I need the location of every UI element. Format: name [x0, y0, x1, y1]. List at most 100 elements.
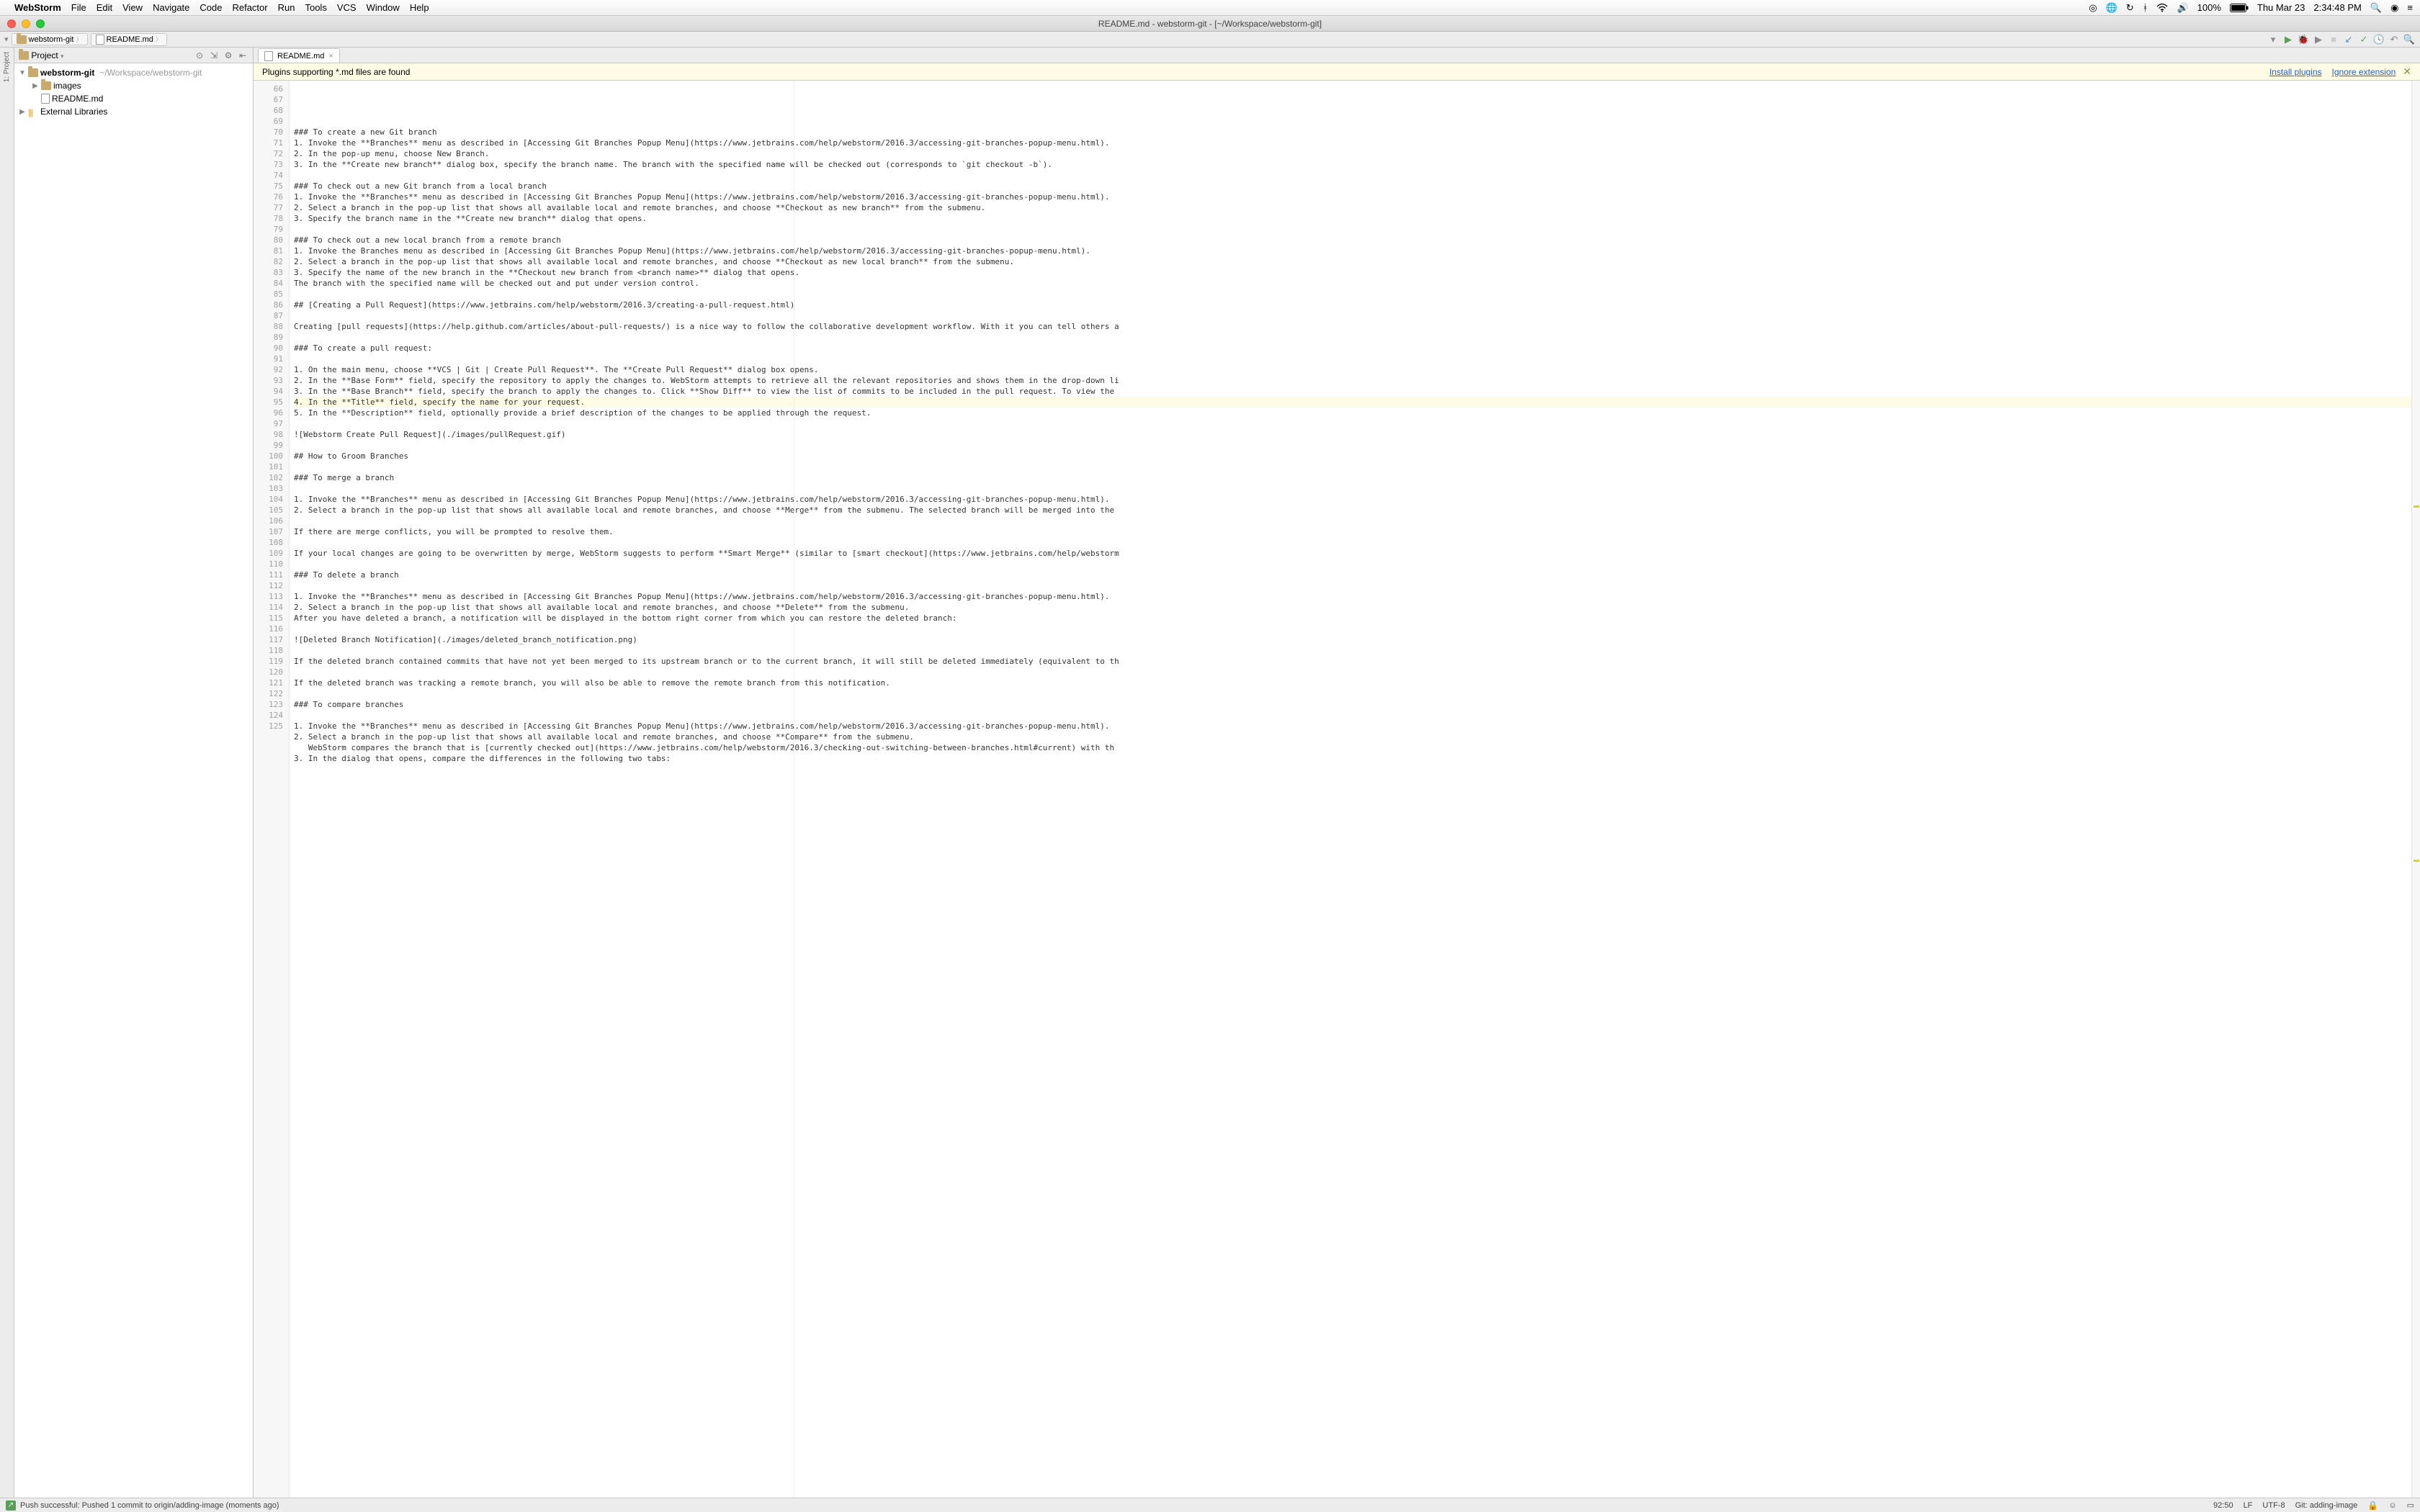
project-tool-button[interactable]: 1: Project [3, 52, 11, 82]
menu-vcs[interactable]: VCS [337, 2, 357, 13]
push-success-icon[interactable]: ↗ [6, 1500, 16, 1511]
folder-icon [17, 35, 27, 44]
navigation-bar: ▾ webstorm-git 〉 README.md 〉 ▾ ▶ 🐞 ▶ ■ ↙… [0, 32, 2420, 48]
wifi-icon[interactable] [2156, 4, 2168, 12]
menu-code[interactable]: Code [200, 2, 222, 13]
project-title: Project [31, 50, 58, 60]
stop-button[interactable]: ■ [2327, 33, 2340, 46]
collapse-all-icon[interactable]: ⇲ [208, 50, 220, 61]
breadcrumb: ▾ webstorm-git 〉 README.md 〉 [4, 33, 167, 46]
breadcrumb-label: webstorm-git [29, 35, 74, 44]
window-title: README.md - webstorm-git - [~/Workspace/… [1098, 19, 1322, 29]
status-bar: ↗ Push successful: Pushed 1 commit to or… [0, 1498, 2420, 1512]
window-zoom-button[interactable] [36, 19, 45, 28]
breadcrumb-project[interactable]: webstorm-git 〉 [12, 33, 88, 45]
coverage-button[interactable]: ▶ [2312, 33, 2325, 46]
tray-icon[interactable]: 🌐 [2106, 2, 2118, 14]
menu-run[interactable]: Run [278, 2, 295, 13]
install-plugins-link[interactable]: Install plugins [2269, 67, 2322, 77]
window-minimize-button[interactable] [22, 19, 30, 28]
tray-icon[interactable]: ↻ [2126, 2, 2134, 14]
run-button[interactable]: ▶ [2282, 33, 2295, 46]
caret-position[interactable]: 92:50 [2213, 1501, 2233, 1510]
vcs-commit-button[interactable]: ✓ [2357, 33, 2370, 46]
menu-navigate[interactable]: Navigate [153, 2, 189, 13]
external-libraries-node[interactable]: ▶ External Libraries [16, 105, 251, 118]
hide-tool-window-icon[interactable]: ⇤ [237, 50, 248, 61]
notification-center-icon[interactable]: ≡ [2407, 2, 2413, 13]
expand-toggle-icon[interactable]: ▶ [19, 108, 26, 116]
folder-icon [41, 81, 51, 90]
window-titlebar: README.md - webstorm-git - [~/Workspace/… [0, 16, 2420, 32]
tab-readme[interactable]: README.md × [258, 48, 340, 63]
folder-icon [28, 68, 38, 77]
menu-view[interactable]: View [122, 2, 143, 13]
settings-gear-icon[interactable]: ⚙ [223, 50, 234, 61]
tree-label: images [53, 81, 81, 91]
close-tab-icon[interactable]: × [328, 52, 333, 60]
scroll-from-source-icon[interactable]: ⊙ [194, 50, 205, 61]
tree-folder-images[interactable]: ▶ images [16, 79, 251, 92]
menu-edit[interactable]: Edit [97, 2, 112, 13]
status-message: Push successful: Pushed 1 commit to orig… [20, 1501, 279, 1510]
menu-refactor[interactable]: Refactor [232, 2, 267, 13]
menu-tools[interactable]: Tools [305, 2, 326, 13]
breadcrumb-file[interactable]: README.md 〉 [91, 33, 167, 46]
editor[interactable]: 6667686970717273747576777879808182838485… [254, 81, 2420, 1498]
left-tool-stripe: 1: Project [0, 48, 14, 1498]
search-everywhere-icon[interactable]: 🔍 [2403, 33, 2416, 46]
project-tree[interactable]: ▼ webstorm-git ~/Workspace/webstorm-git … [14, 63, 253, 121]
readonly-lock-icon[interactable]: 🔒 [2367, 1500, 2378, 1511]
expand-toggle-icon[interactable]: ▶ [32, 82, 39, 90]
menu-window[interactable]: Window [367, 2, 400, 13]
tree-path: ~/Workspace/webstorm-git [99, 68, 202, 78]
file-encoding[interactable]: UTF-8 [2262, 1501, 2285, 1510]
git-branch-indicator[interactable]: Git: adding-image [2295, 1501, 2358, 1510]
debug-button[interactable]: 🐞 [2297, 33, 2310, 46]
vcs-history-button[interactable]: 🕓 [2372, 33, 2385, 46]
hector-icon[interactable]: ☺ [2388, 1501, 2396, 1510]
battery-pct: 100% [2197, 2, 2221, 13]
menu-file[interactable]: File [71, 2, 86, 13]
app-name[interactable]: WebStorm [14, 2, 61, 13]
project-view-combo[interactable]: Project ▾ [19, 50, 64, 60]
menu-help[interactable]: Help [410, 2, 429, 13]
editor-gutter[interactable]: 6667686970717273747576777879808182838485… [254, 81, 290, 1498]
editor-content[interactable]: ### To create a new Git branch1. Invoke … [290, 81, 2411, 1498]
vcs-revert-button[interactable]: ↶ [2388, 33, 2401, 46]
menubar-date[interactable]: Thu Mar 23 [2257, 2, 2305, 13]
tree-label: External Libraries [40, 107, 107, 117]
folder-icon [19, 51, 29, 60]
macos-menubar: WebStorm File Edit View Navigate Code Re… [0, 0, 2420, 16]
line-separator[interactable]: LF [2244, 1501, 2253, 1510]
tree-file-readme[interactable]: README.md [16, 92, 251, 105]
siri-icon[interactable]: ◉ [2390, 2, 2398, 14]
battery-icon[interactable] [2230, 4, 2249, 12]
file-icon [96, 35, 104, 45]
error-stripe[interactable] [2411, 81, 2420, 1498]
file-icon [41, 94, 50, 104]
project-dropdown-icon[interactable]: ▾ [4, 35, 9, 44]
file-icon [264, 51, 273, 61]
memory-indicator[interactable]: ▭ [2407, 1500, 2414, 1510]
vcs-update-button[interactable]: ↙ [2342, 33, 2355, 46]
project-tool-window: Project ▾ ⊙ ⇲ ⚙ ⇤ ▼ webstorm-git ~/Works… [14, 48, 254, 1498]
menubar-time[interactable]: 2:34:48 PM [2313, 2, 2362, 13]
notification-text: Plugins supporting *.md files are found [262, 67, 410, 77]
editor-notification-bar: Plugins supporting *.md files are found … [254, 63, 2420, 81]
volume-icon[interactable]: 🔊 [2177, 2, 2188, 14]
tree-label: webstorm-git [40, 68, 94, 78]
tray-icon[interactable]: ◎ [2089, 2, 2097, 14]
run-config-dropdown[interactable]: ▾ [2267, 33, 2280, 46]
expand-toggle-icon[interactable]: ▼ [19, 69, 26, 77]
editor-tabs: README.md × [254, 48, 2420, 63]
close-notification-icon[interactable]: ✕ [2403, 66, 2411, 78]
bluetooth-icon[interactable]: ᚼ [2143, 2, 2148, 13]
tree-label: README.md [52, 94, 103, 104]
editor-area: README.md × Plugins supporting *.md file… [254, 48, 2420, 1498]
spotlight-icon[interactable]: 🔍 [2370, 2, 2382, 14]
project-root-node[interactable]: ▼ webstorm-git ~/Workspace/webstorm-git [16, 66, 251, 79]
libraries-icon [28, 107, 38, 116]
ignore-extension-link[interactable]: Ignore extension [2332, 67, 2396, 77]
window-close-button[interactable] [7, 19, 16, 28]
